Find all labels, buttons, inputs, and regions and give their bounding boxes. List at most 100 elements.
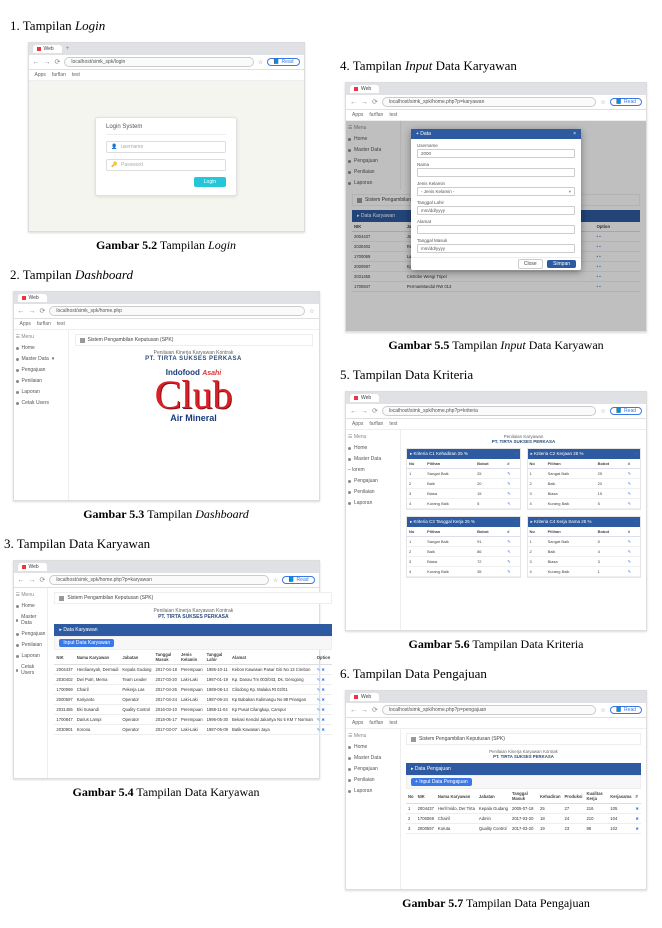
sidebar-item-home[interactable]: Home (348, 744, 398, 750)
sidebar-item-master[interactable]: Master Data ▾ (16, 356, 66, 362)
reload-icon[interactable]: ⟳ (372, 407, 378, 415)
row-actions[interactable]: ✎ ✖ (315, 685, 333, 695)
fwd-icon[interactable]: → (29, 308, 36, 315)
url-input[interactable]: localhost/simk_spk/login (64, 57, 254, 67)
row-actions[interactable]: ✎ ✖ (315, 725, 333, 735)
nama-input[interactable] (417, 168, 575, 177)
username-field[interactable]: 👤 username (106, 141, 226, 153)
url-input[interactable]: localhost/simk_spk/home.php?p=pengajuan (382, 705, 597, 715)
bm-item[interactable]: Apps (35, 72, 46, 78)
row-actions[interactable]: ✎ ✖ (315, 675, 333, 685)
row-actions[interactable]: ✎ (505, 537, 519, 547)
fwd-icon[interactable]: → (44, 59, 51, 66)
plus-icon[interactable]: + (514, 519, 517, 525)
row-actions[interactable]: ✎ (505, 489, 519, 499)
url-input[interactable]: localhost/simk_spk/home.php?p=kriteria (382, 406, 597, 416)
star-icon[interactable]: ☆ (258, 59, 263, 66)
reload-icon[interactable]: ⟳ (40, 576, 46, 584)
bm-item[interactable]: farflan (369, 720, 383, 726)
sidebar-item-laporan[interactable]: Laporan (348, 500, 398, 506)
sidebar-item-users[interactable]: Cetak Users (16, 664, 46, 676)
bm-item[interactable]: test (389, 720, 397, 726)
row-actions[interactable]: ✖ (633, 814, 641, 824)
reload-icon[interactable]: ⟳ (55, 58, 61, 66)
sidebar-item-pengajuan[interactable]: Pengajuan (16, 631, 46, 637)
bm-item[interactable]: Apps (352, 112, 363, 118)
bm-item[interactable]: farflan (369, 112, 383, 118)
row-actions[interactable]: ✎ ✖ (315, 715, 333, 725)
back-icon[interactable]: ← (350, 408, 357, 415)
star-icon[interactable]: ☆ (600, 99, 605, 106)
url-input[interactable]: localhost/simk_spk/home.php?p=karyawan (382, 97, 597, 107)
row-actions[interactable]: ✎ (626, 567, 640, 577)
row-actions[interactable]: ✎ (626, 499, 640, 509)
row-actions[interactable]: • • (595, 262, 640, 272)
sidebar-item-laporan[interactable]: Laporan (16, 389, 66, 395)
row-actions[interactable]: • • (595, 252, 640, 262)
modal-close-button[interactable]: Close (518, 259, 543, 269)
sidebar-item-home[interactable]: Home (348, 445, 398, 451)
bm-item[interactable]: farflan (369, 421, 383, 427)
add-pengajuan-button[interactable]: + Input Data Pengajuan (411, 778, 472, 786)
row-actions[interactable]: ✎ (626, 469, 640, 479)
sidebar-item-pengajuan[interactable]: Pengajuan (348, 766, 398, 772)
row-actions[interactable]: ✎ ✖ (315, 705, 333, 715)
bm-item[interactable]: Apps (20, 321, 31, 327)
sidebar-item-penilaian[interactable]: Penilaian (348, 777, 398, 783)
row-actions[interactable]: • • (595, 232, 640, 242)
bm-item[interactable]: Apps (352, 720, 363, 726)
sidebar-item-master[interactable]: Master Data (16, 614, 46, 626)
row-actions[interactable]: • • (595, 272, 640, 282)
sidebar-item-pengajuan[interactable]: Pengajuan (16, 367, 66, 373)
tab[interactable]: Web (18, 294, 47, 302)
row-actions[interactable]: ✎ ✖ (315, 695, 333, 705)
row-actions[interactable]: ✎ (505, 479, 519, 489)
url-input[interactable]: localhost/simk_spk/home.php?p=karyawan (49, 575, 269, 585)
sidebar-item-master[interactable]: Master Data (348, 755, 398, 761)
fwd-icon[interactable]: → (361, 707, 368, 714)
back-icon[interactable]: ← (350, 99, 357, 106)
row-actions[interactable]: ✖ (633, 804, 641, 814)
row-actions[interactable]: ✎ (505, 499, 519, 509)
password-field[interactable]: 🔑 Password (106, 159, 226, 171)
back-icon[interactable]: ← (18, 577, 25, 584)
row-actions[interactable]: ✎ (505, 469, 519, 479)
row-actions[interactable]: • • (595, 242, 640, 252)
sidebar-item-lorem[interactable]: – lorem (348, 467, 398, 473)
row-actions[interactable]: ✎ (626, 557, 640, 567)
browser-tab[interactable]: Web (33, 45, 62, 53)
plus-icon[interactable]: + (634, 451, 637, 457)
url-input[interactable]: localhost/simk_spk/home.php (49, 306, 305, 316)
row-actions[interactable]: • • (595, 282, 640, 292)
reload-icon[interactable]: ⟳ (372, 98, 378, 106)
plus-icon[interactable]: + (634, 519, 637, 525)
bm-item[interactable]: test (389, 421, 397, 427)
tab[interactable]: Web (350, 693, 379, 701)
row-actions[interactable]: ✎ (626, 489, 640, 499)
sidebar-item-penilaian[interactable]: Penilaian (16, 642, 46, 648)
alamat-input[interactable] (417, 225, 575, 234)
bm-item[interactable]: test (72, 72, 80, 78)
sidebar-item-home[interactable]: Home (16, 345, 66, 351)
sidebar-item-pengajuan[interactable]: Pengajuan (348, 478, 398, 484)
read-button[interactable]: 📘 Read (610, 706, 642, 714)
sidebar-item-laporan[interactable]: Laporan (348, 788, 398, 794)
row-actions[interactable]: ✎ (626, 537, 640, 547)
bm-item[interactable]: test (57, 321, 65, 327)
read-button[interactable]: 📘 Read (267, 58, 299, 66)
reload-icon[interactable]: ⟳ (40, 307, 46, 315)
sidebar-item-home[interactable]: Home (16, 603, 46, 609)
row-actions[interactable]: ✎ (505, 567, 519, 577)
read-button[interactable]: 📘 Read (282, 576, 314, 584)
row-actions[interactable]: ✎ (505, 557, 519, 567)
sidebar-item-penilaian[interactable]: Penilaian (16, 378, 66, 384)
star-icon[interactable]: ☆ (273, 577, 278, 584)
tgl-lahir-input[interactable]: mm/dd/yyyy (417, 206, 575, 215)
close-icon[interactable]: × (573, 131, 576, 137)
back-icon[interactable]: ← (350, 707, 357, 714)
back-icon[interactable]: ← (18, 308, 25, 315)
bm-item[interactable]: Apps (352, 421, 363, 427)
fwd-icon[interactable]: → (361, 99, 368, 106)
row-actions[interactable]: ✎ (626, 547, 640, 557)
read-button[interactable]: 📘 Read (610, 407, 642, 415)
